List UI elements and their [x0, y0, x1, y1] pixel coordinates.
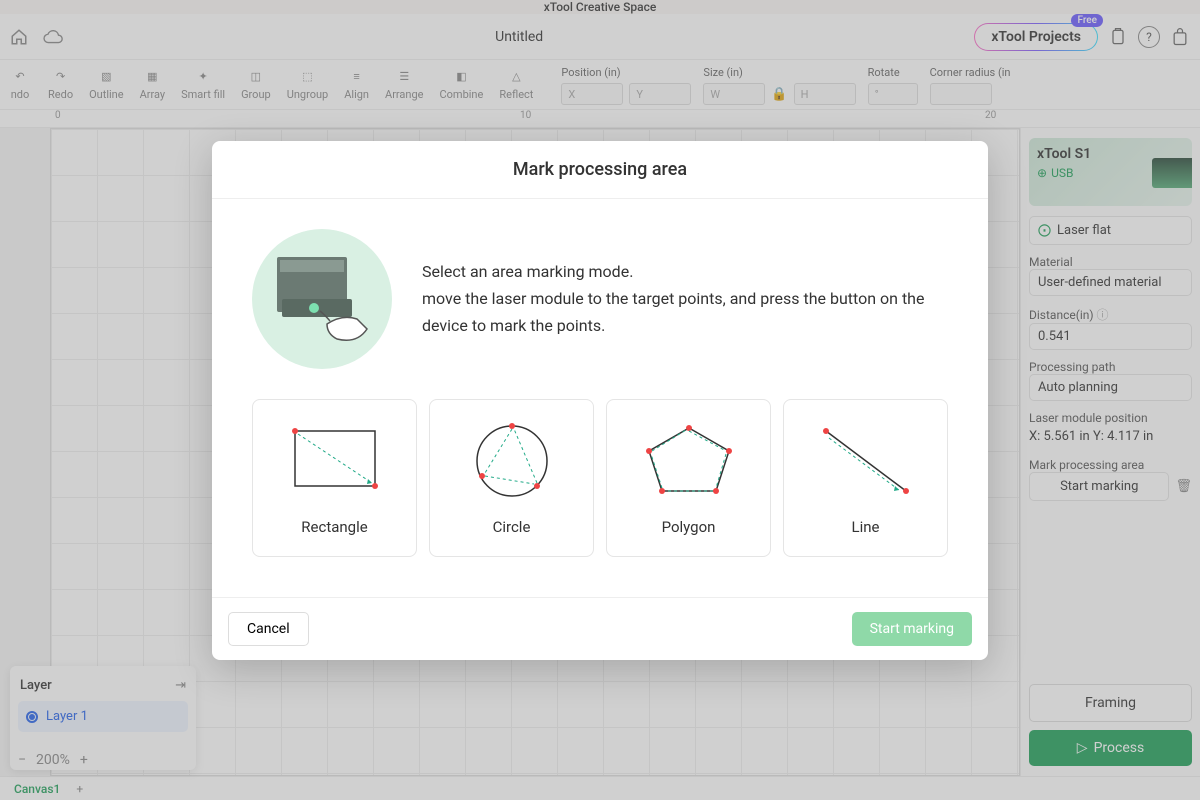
mode-polygon-label: Polygon	[615, 518, 762, 536]
modal-overlay: Mark processing area Select an area ma	[0, 0, 1200, 800]
instruction-illustration	[252, 229, 392, 369]
mode-circle[interactable]: Circle	[429, 399, 594, 557]
mode-circle-label: Circle	[438, 518, 585, 536]
mode-line-label: Line	[792, 518, 939, 536]
mode-polygon[interactable]: Polygon	[606, 399, 771, 557]
mode-rectangle-label: Rectangle	[261, 518, 408, 536]
modal-title: Mark processing area	[212, 141, 988, 199]
start-marking-modal-button[interactable]: Start marking	[852, 612, 972, 646]
cancel-button[interactable]: Cancel	[228, 612, 309, 646]
instruction-text: Select an area marking mode. move the la…	[422, 258, 948, 340]
mark-area-modal: Mark processing area Select an area ma	[212, 141, 988, 660]
mode-line[interactable]: Line	[783, 399, 948, 557]
mode-rectangle[interactable]: Rectangle	[252, 399, 417, 557]
